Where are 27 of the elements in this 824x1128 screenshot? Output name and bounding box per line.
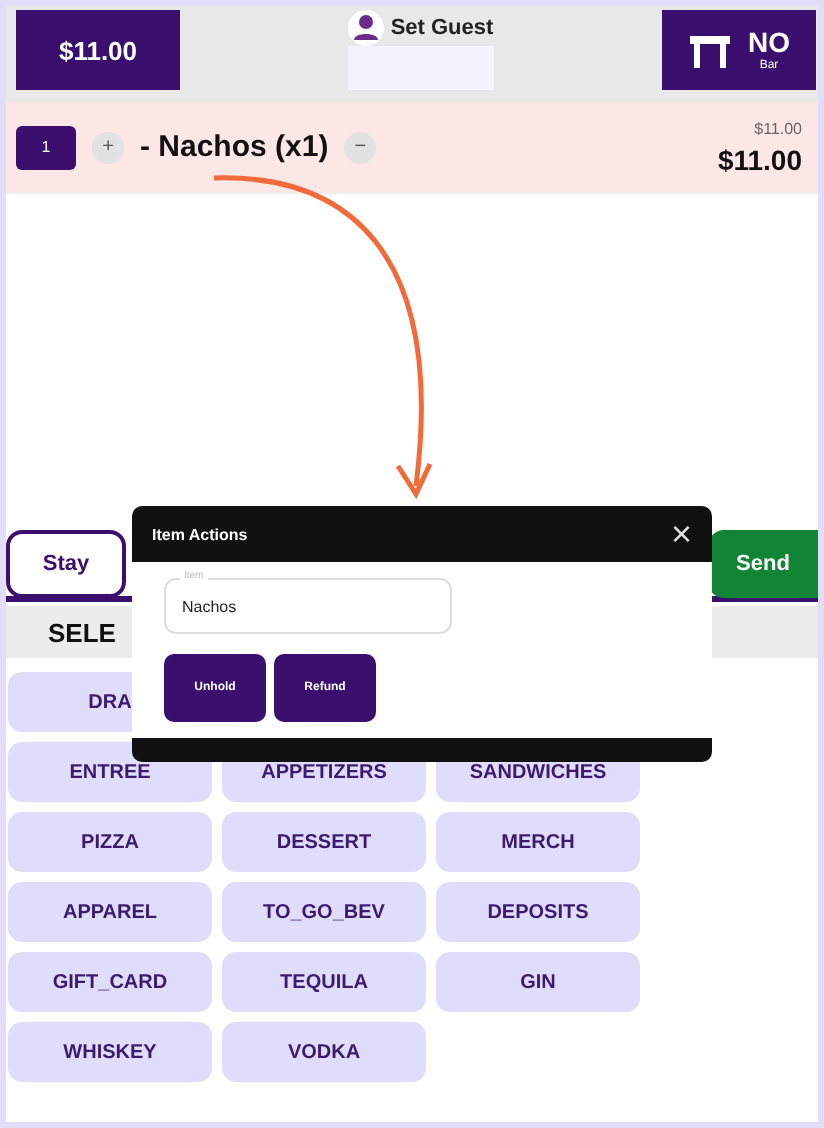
category-button[interactable]: MERCH	[436, 812, 640, 872]
close-button[interactable]: ×	[670, 516, 692, 552]
category-button[interactable]: PIZZA	[8, 812, 212, 872]
category-button[interactable]: APPAREL	[8, 882, 212, 942]
set-guest-label[interactable]: Set Guest	[390, 16, 494, 40]
item-price: $11.00	[717, 143, 802, 175]
table-icon	[688, 32, 732, 68]
category-button[interactable]: TO_GO_BEV	[222, 882, 426, 942]
order-type-button[interactable]: Stay	[6, 529, 126, 597]
total-amount[interactable]: $11.00	[16, 10, 180, 90]
send-button[interactable]: Send	[708, 529, 818, 597]
category-button[interactable]: TEQUILA	[222, 952, 426, 1012]
person-icon	[348, 10, 385, 46]
dialog-title: Item Actions	[152, 525, 248, 543]
category-button[interactable]: VODKA	[222, 1022, 426, 1082]
decrease-button[interactable]: −	[344, 131, 377, 163]
category-button[interactable]: WHISKEY	[8, 1022, 212, 1082]
category-button[interactable]: GIFT_CARD	[8, 952, 212, 1012]
unit-price: $11.00	[754, 119, 802, 137]
category-button[interactable]: GIN	[436, 952, 640, 1012]
quantity-badge[interactable]: 1	[16, 125, 76, 169]
section-title: SELE	[48, 617, 116, 647]
category-button[interactable]: DEPOSITS	[436, 882, 640, 942]
increase-button[interactable]: +	[92, 131, 124, 163]
category-button[interactable]: DESSERT	[222, 812, 426, 872]
item-name: - Nachos (x1)	[140, 130, 329, 164]
order-row[interactable]: 1 + - Nachos (x1) − $11.00 $11.00	[6, 102, 818, 194]
